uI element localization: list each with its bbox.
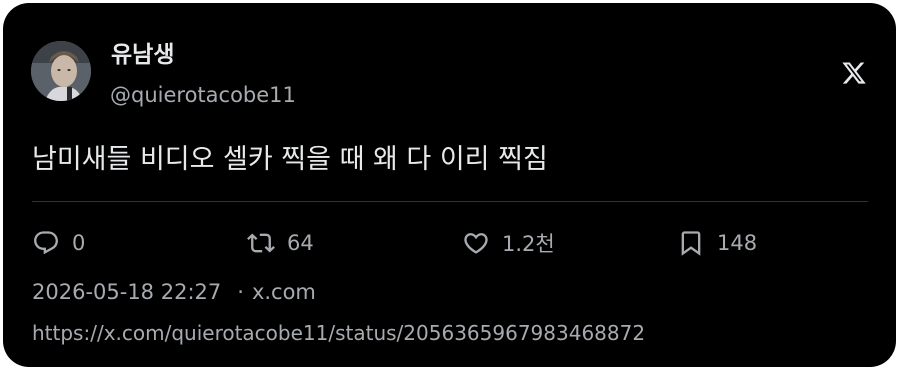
tweet-text: 남미새들 비디오 셀카 찍을 때 왜 다 이리 찍짐: [32, 144, 548, 175]
bookmark-count: 148: [717, 231, 758, 255]
avatar[interactable]: [31, 41, 91, 101]
timestamp[interactable]: 2026-05-18 22:27: [32, 280, 221, 304]
repost-icon: [247, 233, 275, 253]
tweet-url[interactable]: https://x.com/quierotacobe11/status/2056…: [32, 319, 645, 347]
source-label[interactable]: x.com: [252, 280, 316, 304]
reply-button[interactable]: 0: [32, 228, 85, 258]
repost-count: 64: [287, 231, 314, 255]
reply-icon: [34, 231, 58, 255]
meta-separator: ·: [237, 280, 244, 304]
like-count: 1.2천: [502, 232, 555, 256]
author-handle[interactable]: @quierotacobe11: [110, 82, 296, 108]
x-logo-icon[interactable]: [841, 60, 867, 86]
tweet-meta: 2026-05-18 22:27 · x.com: [32, 278, 316, 306]
divider: [32, 201, 868, 202]
repost-button[interactable]: 64: [247, 228, 314, 258]
author-display-name[interactable]: 유남생: [111, 41, 174, 69]
bookmark-icon: [681, 231, 701, 256]
reply-count: 0: [72, 231, 86, 255]
tweet-card: 유남생 @quierotacobe11 남미새들 비디오 셀카 찍을 때 왜 다…: [3, 3, 896, 367]
bookmark-button[interactable]: 148: [677, 228, 757, 258]
avatar-photo: [31, 41, 91, 101]
heart-icon: [464, 233, 488, 254]
like-button[interactable]: 1.2천: [462, 228, 555, 258]
